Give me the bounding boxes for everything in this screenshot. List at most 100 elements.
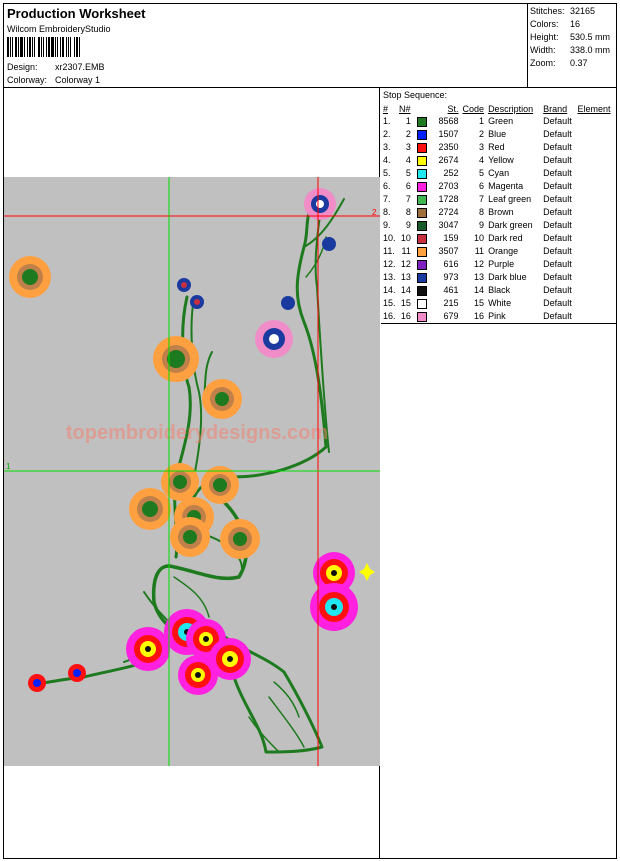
row-brand: Default	[543, 311, 572, 321]
row-number: 6	[405, 181, 411, 191]
color-swatch	[416, 259, 427, 270]
row-index: 1.	[383, 116, 391, 126]
row-code: 6	[479, 181, 485, 191]
color-swatch	[416, 311, 427, 322]
row-code: 2	[479, 129, 485, 139]
row-description: Purple	[488, 259, 515, 269]
color-swatch	[416, 207, 427, 218]
row-element	[578, 271, 617, 284]
colorway-value: Colorway 1	[55, 75, 101, 85]
colorway-info: Colorway: Colorway 1	[7, 75, 100, 85]
row-description: Dark blue	[488, 272, 527, 282]
color-swatch	[416, 129, 427, 140]
colorway-label: Colorway:	[7, 75, 48, 85]
row-number: 13	[400, 272, 411, 282]
row-index: 9.	[383, 220, 391, 230]
row-element	[578, 193, 617, 206]
row-code: 8	[479, 207, 485, 217]
row-code: 4	[479, 155, 485, 165]
table-row: 5. 5 252 5 Cyan Default	[381, 167, 616, 180]
color-swatch-cell	[416, 154, 429, 167]
color-swatch-cell	[416, 167, 429, 180]
col-header-index: #	[383, 103, 389, 114]
row-description: Black	[488, 285, 511, 295]
row-number: 8	[405, 207, 411, 217]
row-number: 2	[405, 129, 411, 139]
table-row: 8. 8 2724 8 Brown Default	[381, 206, 616, 219]
row-brand: Default	[543, 142, 572, 152]
col-header-code: Code	[462, 103, 485, 114]
row-description: Red	[488, 142, 505, 152]
color-swatch-cell	[416, 206, 429, 219]
row-index: 14.	[383, 285, 396, 295]
table-row: 3. 3 2350 3 Red Default	[381, 141, 616, 154]
table-row: 15. 15 215 15 White Default	[381, 297, 616, 310]
row-description: Cyan	[488, 168, 510, 178]
row-code: 14	[474, 285, 485, 295]
production-worksheet: Production Worksheet Wilcom EmbroiderySt…	[3, 3, 617, 859]
row-element	[578, 219, 617, 232]
row-index: 13.	[383, 272, 396, 282]
table-row: 7. 7 1728 7 Leaf green Default	[381, 193, 616, 206]
table-header-row: # N# St. Code Description Brand Element	[381, 102, 616, 115]
row-element	[578, 297, 617, 310]
row-code: 9	[479, 220, 485, 230]
design-info: Design: xr2307.EMB	[7, 62, 105, 72]
row-element	[578, 167, 617, 180]
color-swatch-cell	[416, 245, 429, 258]
row-number: 12	[400, 259, 411, 269]
table-row: 6. 6 2703 6 Magenta Default	[381, 180, 616, 193]
row-code: 16	[474, 311, 485, 321]
row-brand: Default	[543, 272, 572, 282]
table-row: 4. 4 2674 4 Yellow Default	[381, 154, 616, 167]
color-swatch	[416, 220, 427, 231]
row-index: 12.	[383, 259, 396, 269]
row-code: 1	[479, 116, 485, 126]
row-stitches: 8568	[438, 116, 459, 126]
row-number: 3	[405, 142, 411, 152]
row-index: 2.	[383, 129, 391, 139]
color-swatch-cell	[416, 232, 429, 245]
row-description: Orange	[488, 246, 519, 256]
color-swatch-cell	[416, 219, 429, 232]
row-index: 5.	[383, 168, 391, 178]
row-stitches: 159	[443, 233, 459, 243]
row-element	[578, 154, 617, 167]
row-index: 16.	[383, 311, 396, 321]
row-number: 4	[405, 155, 411, 165]
row-element	[578, 258, 617, 271]
row-element	[578, 310, 617, 323]
row-description: Brown	[488, 207, 514, 217]
row-number: 15	[400, 298, 411, 308]
orange-blossoms	[9, 256, 260, 559]
row-element	[578, 245, 617, 258]
row-description: Dark red	[488, 233, 523, 243]
color-swatch	[416, 168, 427, 179]
color-swatch-cell	[416, 284, 429, 297]
row-element	[578, 141, 617, 154]
design-stats: Stitches: 32165 Colors: 16 Height: 530.5 mm…	[527, 4, 616, 88]
row-element	[578, 128, 617, 141]
row-index: 3.	[383, 142, 391, 152]
row-brand: Default	[543, 285, 572, 295]
color-swatch	[416, 194, 427, 205]
color-swatch	[416, 285, 427, 296]
row-code: 5	[479, 168, 485, 178]
row-description: Dark green	[488, 220, 533, 230]
row-number: 11	[401, 246, 411, 256]
table-row: 2. 2 1507 2 Blue Default	[381, 128, 616, 141]
stat-row: Zoom: 0.37	[530, 58, 588, 68]
color-swatch	[416, 246, 427, 257]
row-brand: Default	[543, 246, 572, 256]
table-row: 11. 11 3507 11 Orange Default	[381, 245, 616, 258]
row-code: 10	[474, 233, 485, 243]
col-header-element: Element	[577, 103, 611, 114]
row-stitches: 616	[443, 259, 459, 269]
row-element	[578, 232, 617, 245]
design-value: xr2307.EMB	[55, 62, 105, 72]
guide-marker-2: 2	[372, 208, 377, 217]
row-stitches: 2703	[438, 181, 459, 191]
table-row: 12. 12 616 12 Purple Default	[381, 258, 616, 271]
guide-marker-1: 1	[6, 462, 11, 471]
color-swatch	[416, 272, 427, 283]
